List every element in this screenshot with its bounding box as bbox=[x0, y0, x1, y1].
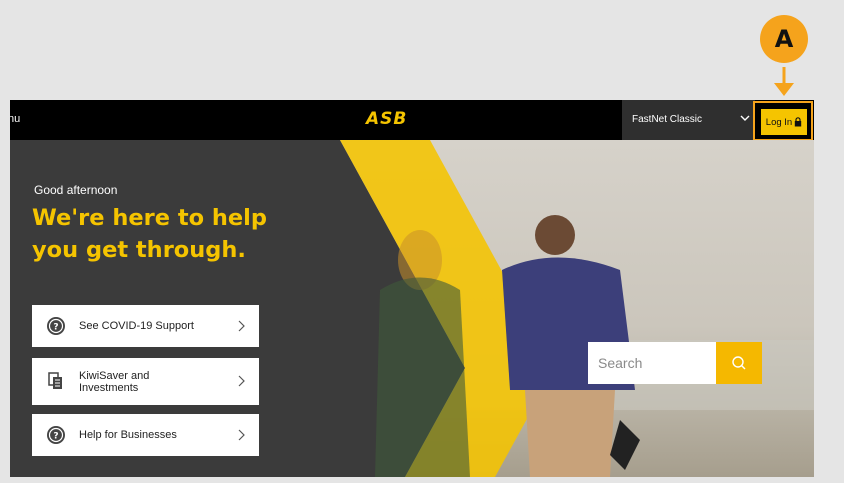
asb-logo[interactable]: ASB bbox=[366, 109, 407, 129]
lock-icon bbox=[795, 117, 802, 127]
login-label: Log In bbox=[765, 116, 793, 128]
annotation-badge: A bbox=[760, 15, 808, 63]
hero-banner: Good afternoon We're here to help you ge… bbox=[10, 140, 814, 477]
card-help-businesses[interactable]: ? Help for Businesses bbox=[32, 414, 259, 456]
chevron-right-icon bbox=[238, 375, 245, 387]
documents-icon bbox=[48, 372, 62, 389]
hero-headline: We're here to help you get through. bbox=[32, 205, 267, 263]
card-label: Help for Businesses bbox=[79, 429, 177, 441]
annotation-badge-letter: A bbox=[774, 25, 794, 53]
chevron-down-icon bbox=[740, 115, 750, 121]
svg-text:?: ? bbox=[53, 323, 58, 333]
card-label: KiwiSaver and Investments bbox=[79, 369, 150, 394]
chevron-right-icon bbox=[238, 320, 245, 332]
search-button[interactable] bbox=[716, 342, 762, 384]
chevron-right-icon bbox=[238, 429, 245, 441]
greeting-text: Good afternoon bbox=[34, 183, 118, 197]
website-frame: nu ASB FastNet Classic Log In Good after… bbox=[10, 100, 814, 477]
card-covid-support[interactable]: ? See COVID-19 Support bbox=[32, 305, 259, 347]
card-label: See COVID-19 Support bbox=[79, 320, 194, 332]
help-circle-icon: ? bbox=[47, 317, 65, 335]
svg-text:?: ? bbox=[53, 432, 58, 442]
top-nav-bar: nu ASB FastNet Classic Log In bbox=[10, 100, 814, 141]
help-circle-icon: ? bbox=[47, 426, 65, 444]
menu-button[interactable]: nu bbox=[10, 113, 20, 125]
card-kiwisaver[interactable]: KiwiSaver and Investments bbox=[32, 358, 259, 405]
annotation-arrow-down-icon bbox=[774, 67, 794, 96]
fastnet-select[interactable]: FastNet Classic bbox=[622, 100, 755, 140]
login-highlight-box: Log In bbox=[753, 101, 813, 141]
login-button[interactable]: Log In bbox=[761, 109, 807, 135]
search-box bbox=[588, 342, 762, 384]
fastnet-select-value: FastNet Classic bbox=[632, 114, 703, 125]
search-icon bbox=[732, 356, 746, 370]
search-input[interactable] bbox=[588, 342, 716, 384]
